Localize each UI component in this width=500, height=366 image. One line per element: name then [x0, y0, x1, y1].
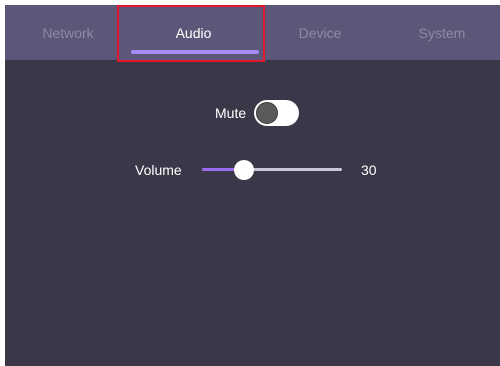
tab-system[interactable]: System: [384, 5, 500, 60]
tab-device[interactable]: Device: [256, 5, 384, 60]
active-tab-indicator: [131, 50, 259, 54]
mute-toggle[interactable]: [254, 100, 300, 126]
volume-slider-thumb[interactable]: [234, 160, 254, 180]
volume-label: Volume: [135, 162, 182, 178]
mute-toggle-knob: [256, 102, 279, 124]
tab-bar: Network Audio Device System: [5, 5, 500, 60]
settings-screen: Network Audio Device System Mute Volume …: [5, 5, 500, 366]
mute-row: Mute: [215, 100, 300, 126]
tab-network[interactable]: Network: [5, 5, 131, 60]
mute-label: Mute: [215, 105, 247, 121]
volume-slider[interactable]: [202, 158, 342, 182]
volume-value: 30: [361, 162, 377, 178]
